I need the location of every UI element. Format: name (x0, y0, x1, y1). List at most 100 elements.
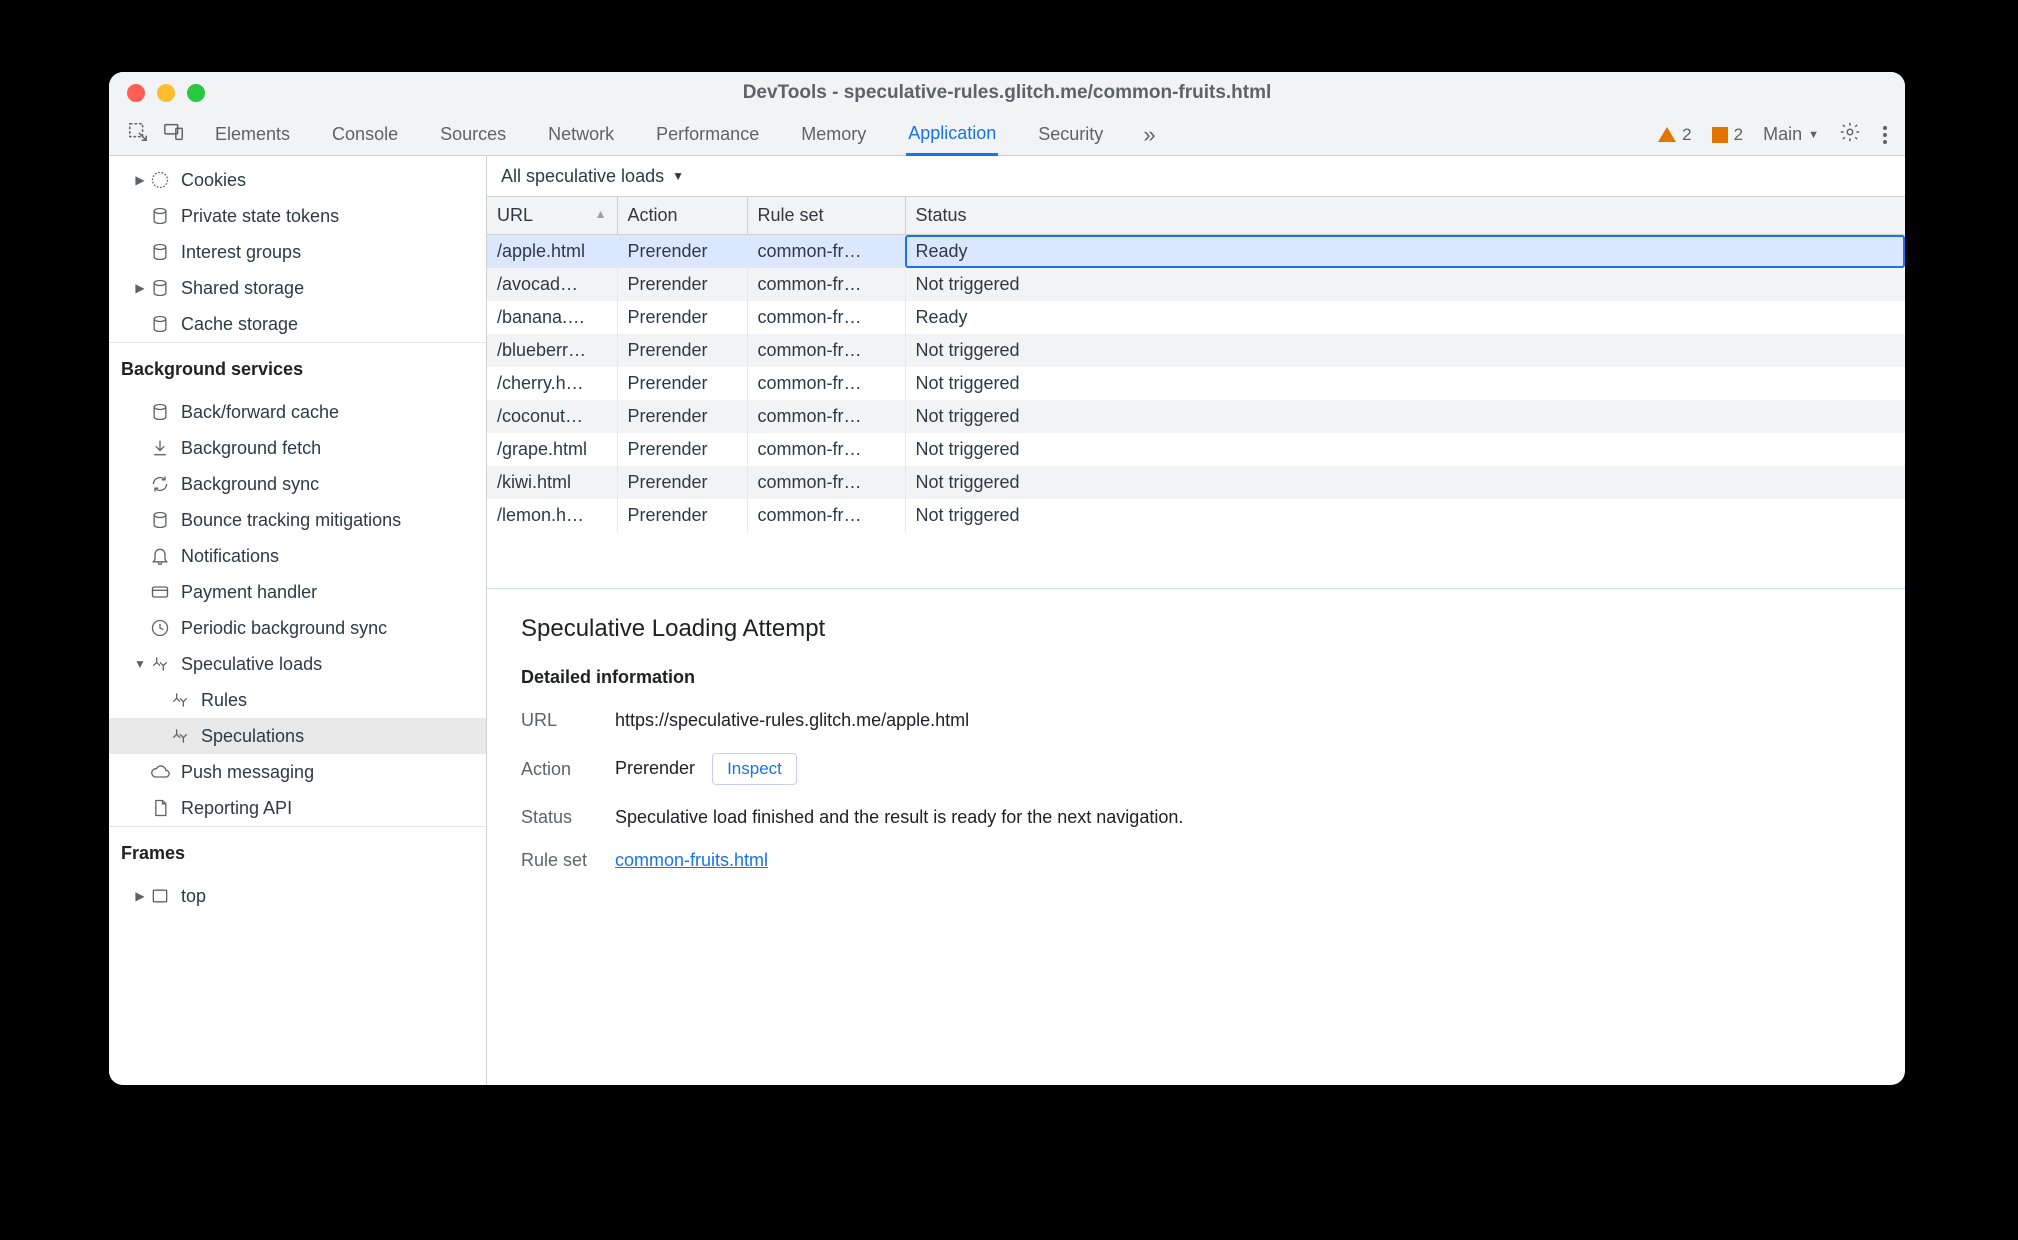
speculative-icon (169, 726, 191, 746)
filter-dropdown[interactable]: All speculative loads ▼ (487, 156, 1905, 197)
sidebar-item-label: Cache storage (181, 314, 298, 335)
table-row[interactable]: /cherry.h…Prerendercommon-fr…Not trigger… (487, 367, 1905, 400)
tab-elements[interactable]: Elements (213, 114, 292, 155)
speculation-detail: Speculative Loading Attempt Detailed inf… (487, 589, 1905, 903)
cell-action: Prerender (617, 268, 747, 301)
sidebar-item-top-frame[interactable]: ▶ top (109, 878, 486, 914)
sidebar-item-label: Cookies (181, 170, 246, 191)
warnings-chip[interactable]: 2 (1658, 125, 1691, 145)
tab-security[interactable]: Security (1036, 114, 1105, 155)
more-menu-button[interactable] (1881, 124, 1889, 146)
table-row[interactable]: /apple.htmlPrerendercommon-fr…Ready (487, 235, 1905, 269)
sidebar-item-speculative-loads[interactable]: ▼ Speculative loads (109, 646, 486, 682)
inspect-button[interactable]: Inspect (712, 753, 797, 785)
speculations-table: URL▲ Action Rule set Status /apple.htmlP… (487, 197, 1905, 589)
table-row[interactable]: /coconut…Prerendercommon-fr…Not triggere… (487, 400, 1905, 433)
sidebar-section-background-services: Background services (109, 342, 486, 388)
sidebar-item-bfcache[interactable]: Back/forward cache (109, 394, 486, 430)
tab-network[interactable]: Network (546, 114, 616, 155)
issue-icon (1712, 127, 1728, 143)
settings-icon[interactable] (1839, 121, 1861, 148)
sidebar-item-push-messaging[interactable]: Push messaging (109, 754, 486, 790)
cell-action: Prerender (617, 499, 747, 532)
sidebar-item-label: Shared storage (181, 278, 304, 299)
sidebar-item-label: Bounce tracking mitigations (181, 510, 401, 531)
tab-sources[interactable]: Sources (438, 114, 508, 155)
sidebar-item-rules[interactable]: Rules (109, 682, 486, 718)
cell-url: /apple.html (487, 235, 617, 269)
document-icon (149, 798, 171, 818)
cell-status: Not triggered (905, 433, 1905, 466)
sidebar-item-background-sync[interactable]: Background sync (109, 466, 486, 502)
sidebar-item-label: top (181, 886, 206, 907)
table-row[interactable]: /grape.htmlPrerendercommon-fr…Not trigge… (487, 433, 1905, 466)
detail-url-value: https://speculative-rules.glitch.me/appl… (615, 710, 969, 731)
detail-ruleset-link[interactable]: common-fruits.html (615, 850, 768, 870)
table-row[interactable]: /banana.…Prerendercommon-fr…Ready (487, 301, 1905, 334)
expand-icon[interactable]: ▶ (131, 889, 149, 903)
cell-ruleset: common-fr… (747, 235, 905, 269)
sidebar-section-frames: Frames (109, 826, 486, 872)
sidebar-item-label: Background sync (181, 474, 319, 495)
tab-performance[interactable]: Performance (654, 114, 761, 155)
overflow-tabs-button[interactable] (1143, 122, 1155, 148)
issues-chip[interactable]: 2 (1712, 125, 1743, 145)
sidebar-item-cookies[interactable]: ▶ Cookies (109, 162, 486, 198)
table-row[interactable]: /blueberr…Prerendercommon-fr…Not trigger… (487, 334, 1905, 367)
device-toolbar-icon[interactable] (163, 121, 185, 148)
card-icon (149, 582, 171, 602)
cell-url: /grape.html (487, 433, 617, 466)
table-row[interactable]: /avocad…Prerendercommon-fr…Not triggered (487, 268, 1905, 301)
cell-action: Prerender (617, 301, 747, 334)
sidebar-item-private-state-tokens[interactable]: Private state tokens (109, 198, 486, 234)
sidebar-item-label: Private state tokens (181, 206, 339, 227)
frame-icon (149, 886, 171, 906)
sidebar-item-periodic-sync[interactable]: Periodic background sync (109, 610, 486, 646)
collapse-icon[interactable]: ▼ (131, 657, 149, 671)
sidebar-item-cache-storage[interactable]: Cache storage (109, 306, 486, 342)
table-header-row: URL▲ Action Rule set Status (487, 197, 1905, 235)
minimize-window-button[interactable] (157, 84, 175, 102)
tab-memory[interactable]: Memory (799, 114, 868, 155)
cell-action: Prerender (617, 367, 747, 400)
cell-ruleset: common-fr… (747, 334, 905, 367)
column-status[interactable]: Status (905, 197, 1905, 235)
table-row[interactable]: /lemon.h…Prerendercommon-fr…Not triggere… (487, 499, 1905, 532)
cell-ruleset: common-fr… (747, 301, 905, 334)
detail-action-value: Prerender Inspect (615, 753, 797, 785)
sidebar-item-label: Speculations (201, 726, 304, 747)
sidebar-item-shared-storage[interactable]: ▶ Shared storage (109, 270, 486, 306)
sidebar-item-label: Interest groups (181, 242, 301, 263)
tab-application[interactable]: Application (906, 115, 998, 156)
sidebar-item-bounce-tracking[interactable]: Bounce tracking mitigations (109, 502, 486, 538)
cell-ruleset: common-fr… (747, 433, 905, 466)
detail-heading: Speculative Loading Attempt (521, 615, 1871, 643)
target-selector[interactable]: Main ▼ (1763, 124, 1819, 145)
devtools-window: DevTools - speculative-rules.glitch.me/c… (109, 72, 1905, 1085)
close-window-button[interactable] (127, 84, 145, 102)
expand-icon[interactable]: ▶ (131, 281, 149, 295)
speculative-icon (169, 690, 191, 710)
sidebar-item-background-fetch[interactable]: Background fetch (109, 430, 486, 466)
inspect-element-icon[interactable] (127, 121, 149, 148)
column-action[interactable]: Action (617, 197, 747, 235)
panel-tabs-toolbar: Elements Console Sources Network Perform… (109, 114, 1905, 156)
sidebar-item-reporting-api[interactable]: Reporting API (109, 790, 486, 826)
table-row[interactable]: /kiwi.htmlPrerendercommon-fr…Not trigger… (487, 466, 1905, 499)
sidebar-item-payment-handler[interactable]: Payment handler (109, 574, 486, 610)
bell-icon (149, 546, 171, 566)
sidebar-item-label: Periodic background sync (181, 618, 387, 639)
detail-status-label: Status (521, 807, 591, 828)
maximize-window-button[interactable] (187, 84, 205, 102)
sidebar-item-speculations[interactable]: Speculations (109, 718, 486, 754)
sync-icon (149, 474, 171, 494)
cell-status: Not triggered (905, 499, 1905, 532)
sidebar-item-label: Reporting API (181, 798, 292, 819)
column-url[interactable]: URL▲ (487, 197, 617, 235)
fetch-icon (149, 438, 171, 458)
sidebar-item-notifications[interactable]: Notifications (109, 538, 486, 574)
tab-console[interactable]: Console (330, 114, 400, 155)
column-ruleset[interactable]: Rule set (747, 197, 905, 235)
expand-icon[interactable]: ▶ (131, 173, 149, 187)
sidebar-item-interest-groups[interactable]: Interest groups (109, 234, 486, 270)
